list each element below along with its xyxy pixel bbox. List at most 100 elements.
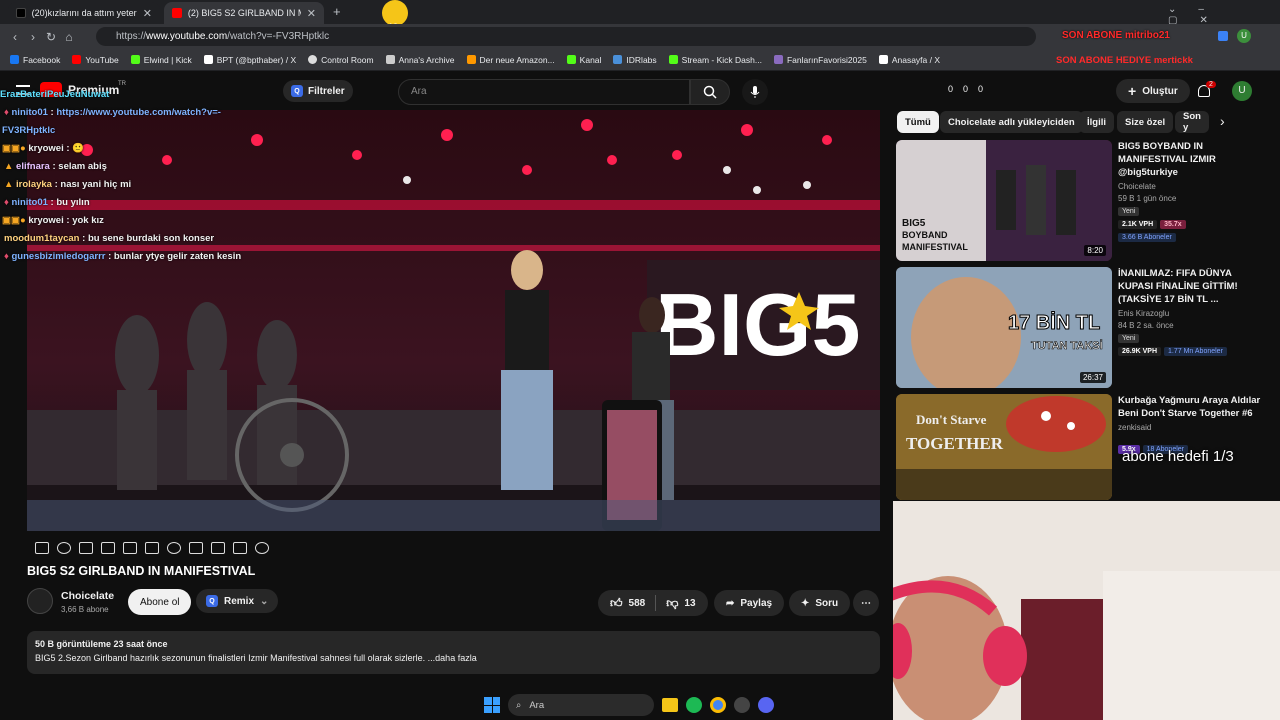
more-button[interactable]: ⋯ xyxy=(853,590,879,616)
recommendation-thumbnail[interactable]: BIG5 BOYBAND MANIFESTIVAL 8:20 xyxy=(896,140,1112,261)
bookmark-label: FanlarınFavorisi2025 xyxy=(786,54,867,65)
back-icon[interactable]: ‹ xyxy=(6,28,24,46)
chip-label: İlgili xyxy=(1087,116,1106,128)
kick-icon xyxy=(566,55,576,64)
amazon-icon xyxy=(466,55,476,64)
divider xyxy=(655,595,657,611)
close-tab-icon[interactable]: ✕ xyxy=(143,7,152,20)
chat-badge-icon: ▲ xyxy=(4,161,17,172)
recommendation-thumbnail[interactable]: Don't Starve TOGETHER xyxy=(896,394,1112,500)
big5-stage-logo: BIG5 xyxy=(655,275,860,374)
camera-icon[interactable] xyxy=(211,542,225,554)
close-tab-icon[interactable]: ✕ xyxy=(307,7,316,20)
chat-user: moodum1taycan xyxy=(4,233,80,244)
avatar[interactable]: U xyxy=(1232,81,1252,101)
stat-value: 0 xyxy=(963,84,969,94)
window-icon[interactable] xyxy=(145,542,159,554)
reload-icon[interactable]: ↻ xyxy=(42,28,60,46)
tab-twitch[interactable]: (20)kızlarını da attım yeterli 😡 ! ✕ xyxy=(8,2,160,24)
windows-start-icon[interactable] xyxy=(484,697,500,713)
create-button[interactable]: + Oluştur xyxy=(1116,79,1190,103)
bookmark-item[interactable]: Facebook xyxy=(10,55,60,65)
gear-icon[interactable] xyxy=(255,542,269,554)
add-icon[interactable] xyxy=(189,542,203,554)
clapper-icon[interactable] xyxy=(101,542,115,554)
discord-icon[interactable] xyxy=(758,697,774,713)
chip-for-you[interactable]: Size özel xyxy=(1117,111,1174,133)
search-input[interactable]: Ara xyxy=(398,79,690,105)
bookmark-item[interactable]: Control Room xyxy=(308,54,374,65)
file-explorer-icon[interactable] xyxy=(662,698,678,712)
chat-message: ▣▣● kryowei : 🙂 xyxy=(2,143,85,154)
mic-button[interactable] xyxy=(742,79,768,105)
window-controls[interactable]: ⌄–▢✕ xyxy=(1168,4,1280,26)
search-button[interactable] xyxy=(690,79,730,105)
bookmark-item[interactable]: Stream - Kick Dash... xyxy=(668,54,762,65)
bookmark-label: Control Room xyxy=(321,54,374,65)
chip-recent[interactable]: Son y xyxy=(1175,111,1209,133)
obs-icon[interactable] xyxy=(734,697,750,713)
speed-icon[interactable] xyxy=(167,542,181,554)
extension-icon[interactable] xyxy=(1218,31,1228,41)
dislike-count[interactable]: 13 xyxy=(684,598,695,609)
recommendation-meta[interactable]: Kurbağa Yağmuru Araya Aldılar Beni Don't… xyxy=(1118,394,1268,454)
new-tab-button[interactable]: + xyxy=(333,4,341,19)
like-dislike-group: 👍︎ 588 👎︎ 13 xyxy=(598,590,708,616)
bookmark-item[interactable]: Anna's Archive xyxy=(385,55,455,65)
chip-all[interactable]: Tümü xyxy=(897,111,939,133)
bookmark-item[interactable]: BPT (@bpthaber) / X xyxy=(203,55,296,65)
chip-label: Size özel xyxy=(1125,116,1166,128)
loop-icon[interactable] xyxy=(35,542,49,554)
chip-label: Son y xyxy=(1183,111,1201,133)
address-bar-row: ‹ › ↻ ⌂ https://www.youtube.com/watch?v=… xyxy=(0,24,1280,49)
taskbar-search[interactable]: ⌕ Ara xyxy=(508,694,654,716)
keyboard-icon[interactable] xyxy=(233,542,247,554)
dislike-icon[interactable]: 👎︎ xyxy=(666,596,678,611)
filters-button[interactable]: Q Filtreler xyxy=(283,80,353,102)
bookmark-item[interactable]: Kanal xyxy=(566,55,601,65)
channel-name[interactable]: Choicelate xyxy=(61,590,114,602)
subscribe-button[interactable]: Abone ol xyxy=(128,589,192,615)
bookmark-item[interactable]: Der neue Amazon... xyxy=(466,55,555,65)
thumbnail-art: Don't Starve TOGETHER xyxy=(896,394,1112,500)
bookmark-label: Stream - Kick Dash... xyxy=(681,54,762,65)
os-taskbar: ⌕ Ara xyxy=(470,690,810,720)
recommendation-title: İNANILMAZ: FIFA DÜNYA KUPASI FİNALİNE Gİ… xyxy=(1118,268,1238,305)
profile-avatar[interactable]: U xyxy=(1237,29,1251,43)
last-subscriber-label: SON ABONE mitribo21 xyxy=(1062,30,1170,41)
bookmark-item[interactable]: Elwind | Kick xyxy=(130,55,192,65)
forward-icon[interactable]: › xyxy=(24,28,42,46)
spotify-icon[interactable] xyxy=(686,697,702,713)
recommendation-thumbnail[interactable]: 17 BİN TL TUTAN TAKSİ 26:37 xyxy=(896,267,1112,388)
bookmark-item[interactable]: Anasayfa / X xyxy=(878,55,940,65)
description-box[interactable]: 50 B görüntüleme 23 saat önce BIG5 2.Sez… xyxy=(27,631,880,674)
tab-youtube[interactable]: (2) BIG5 S2 GIRLBAND IN MANIF... ✕ xyxy=(164,2,324,24)
broadcast-icon[interactable] xyxy=(57,542,71,554)
bookmark-item[interactable]: FanlarınFavorisi2025 xyxy=(773,54,867,65)
like-icon[interactable]: 👍︎ xyxy=(610,596,623,611)
svg-text:BIG5: BIG5 xyxy=(902,218,926,229)
recommendation-meta[interactable]: İNANILMAZ: FIFA DÜNYA KUPASI FİNALİNE Gİ… xyxy=(1118,267,1268,356)
chip-uploader[interactable]: Choicelate adlı yükleyiciden xyxy=(940,111,1083,133)
tab-title: (2) BIG5 S2 GIRLBAND IN MANIF... xyxy=(187,8,301,18)
chip-related[interactable]: İlgili xyxy=(1079,111,1114,133)
share-button[interactable]: ➦ Paylaş xyxy=(714,590,785,616)
like-count[interactable]: 588 xyxy=(629,598,646,609)
chat-message: ♦ ninito01 : https://www.youtube.com/wat… xyxy=(4,107,221,118)
ask-button[interactable]: ✦ Soru xyxy=(789,590,851,616)
stat-value: 0 xyxy=(948,84,954,94)
chrome-icon[interactable] xyxy=(710,697,726,713)
recommendation-views: 84 B 2 sa. önce xyxy=(1118,321,1174,330)
home-icon[interactable]: ⌂ xyxy=(60,28,78,46)
url-field[interactable]: https://www.youtube.com/watch?v=-FV3RHpt… xyxy=(96,27,1036,46)
bookmark-item[interactable]: YouTube xyxy=(72,55,119,65)
bookmark-item[interactable]: IDRlabs xyxy=(613,55,657,65)
screenshot-icon[interactable] xyxy=(79,542,93,554)
remix-button[interactable]: Q Remix ⌄ xyxy=(196,589,279,613)
chevron-right-icon[interactable]: › xyxy=(1220,113,1225,129)
channel-avatar[interactable] xyxy=(27,588,53,614)
recommendation-channel: Choicelate xyxy=(1118,182,1156,191)
ask-label: Soru xyxy=(815,597,839,609)
recommendation-meta[interactable]: BIG5 BOYBAND IN MANIFESTIVAL IZMIR @big5… xyxy=(1118,140,1268,242)
theater-icon[interactable] xyxy=(123,542,137,554)
